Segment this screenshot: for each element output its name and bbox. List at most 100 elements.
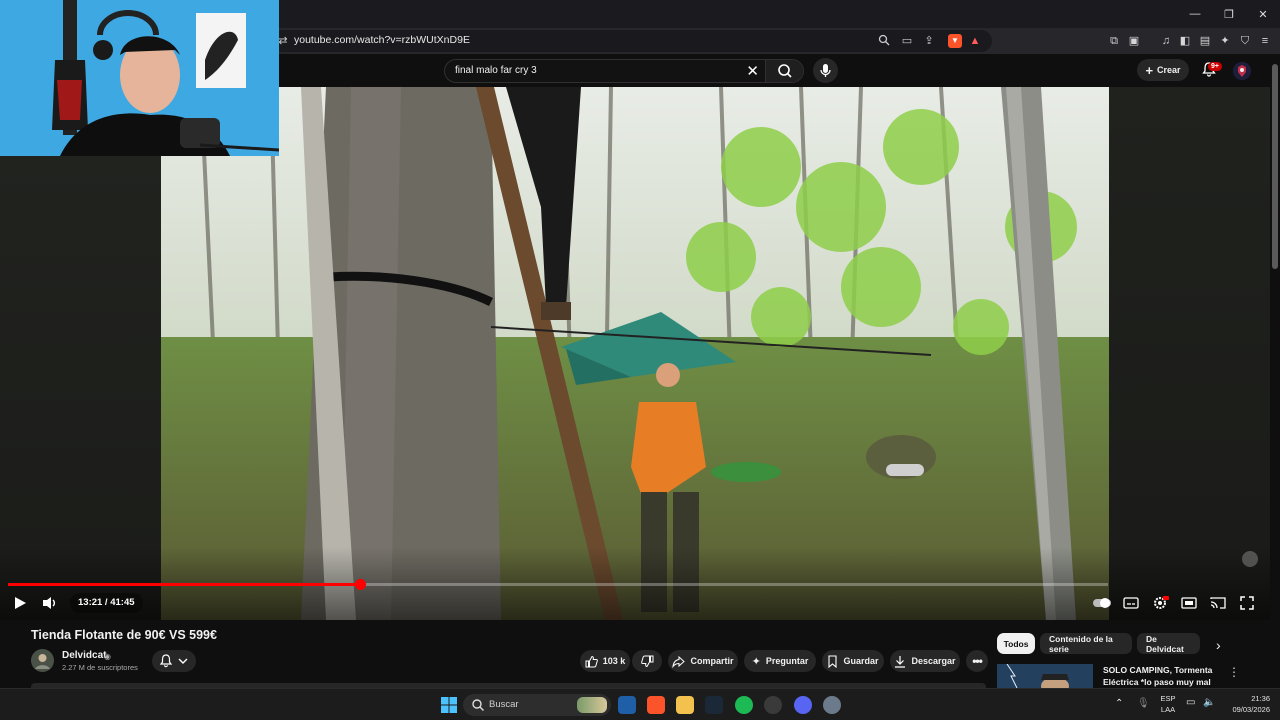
restore-button[interactable]: ❐: [1212, 0, 1246, 28]
chevron-down-icon: [178, 658, 188, 664]
brave-rewards-icon[interactable]: ▲: [968, 34, 982, 48]
subtitles-icon: [1123, 597, 1139, 609]
extensions-icon[interactable]: ⧉: [1107, 34, 1121, 48]
save-button[interactable]: Guardar: [822, 650, 884, 672]
volume-tray-icon[interactable]: 🔈: [1203, 697, 1215, 708]
sidebar-icon[interactable]: ◧: [1178, 34, 1192, 48]
forest-scene-image: [161, 87, 1109, 620]
miniplayer-button[interactable]: [1180, 595, 1198, 611]
account-avatar[interactable]: [1233, 62, 1251, 80]
page-scrollbar[interactable]: [1270, 54, 1280, 688]
network-icon[interactable]: ▭: [1186, 697, 1195, 708]
windows-icon: [441, 697, 457, 713]
voice-search-button[interactable]: [813, 58, 838, 83]
mute-button[interactable]: [41, 595, 59, 611]
ask-button[interactable]: ✦ Preguntar: [744, 650, 816, 672]
play-icon: [15, 597, 26, 609]
search-button[interactable]: [765, 60, 803, 82]
save-label: Guardar: [843, 656, 879, 666]
taskbar-search[interactable]: Buscar: [463, 694, 611, 716]
discord-icon[interactable]: [794, 696, 812, 714]
search-icon: [472, 699, 484, 711]
settings-app-icon[interactable]: [823, 696, 841, 714]
thumbs-up-icon: [585, 655, 598, 667]
input-language-2[interactable]: LAA: [1157, 705, 1179, 714]
miniplayer-icon: [1181, 597, 1197, 609]
video-frame[interactable]: [161, 87, 1109, 620]
chevron-right-icon[interactable]: ›: [1216, 637, 1221, 653]
progress-scrubber[interactable]: [355, 579, 366, 590]
create-button[interactable]: + Crear: [1137, 59, 1189, 81]
video-player[interactable]: 13:21 / 41:45: [0, 87, 1270, 620]
like-button[interactable]: 103 k: [580, 650, 630, 672]
share-page-icon[interactable]: ⇪: [922, 34, 936, 48]
channel-watermark[interactable]: [1240, 549, 1260, 569]
pillarbox-left: [0, 87, 161, 620]
microphone-tray-icon[interactable]: 🎙: [1137, 698, 1150, 709]
share-label: Compartir: [690, 656, 734, 666]
share-icon: [672, 655, 686, 668]
taskbar-clock[interactable]: 21:36: [1222, 694, 1270, 703]
more-vertical-icon[interactable]: ⋮: [1228, 665, 1240, 679]
url-text: youtube.com/watch?v=rzbWUtXnD9E: [294, 34, 470, 46]
cast-page-icon[interactable]: ▭: [900, 34, 914, 48]
taskbar-date[interactable]: 09/03/2026: [1222, 705, 1270, 714]
taskbar-search-placeholder: Buscar: [489, 699, 519, 710]
dislike-button[interactable]: [632, 650, 662, 672]
task-view-app-icon[interactable]: [618, 696, 636, 714]
start-button[interactable]: [440, 696, 458, 714]
fullscreen-icon: [1240, 596, 1254, 610]
thumbs-down-icon: [640, 655, 653, 667]
search-input[interactable]: final malo far cry 3 ✕: [444, 59, 804, 83]
minimize-button[interactable]: —: [1178, 0, 1212, 28]
volume-icon: [43, 597, 55, 609]
vpn-shield-icon[interactable]: ⛉: [1238, 34, 1252, 48]
sparkle-icon: ✦: [751, 655, 761, 668]
subscriber-count: 2.27 M de suscriptores: [62, 663, 138, 672]
input-language-1[interactable]: ESP: [1157, 694, 1179, 703]
close-window-button[interactable]: ✕: [1246, 0, 1280, 28]
share-button[interactable]: Compartir: [668, 650, 738, 672]
notification-badge: 9+: [1208, 62, 1222, 71]
wallet-icon[interactable]: ▣: [1127, 34, 1141, 48]
zoom-icon[interactable]: [877, 34, 891, 48]
streamer-webcam-image: [0, 0, 279, 156]
search-query-text: final malo far cry 3: [455, 65, 537, 76]
tray-overflow-icon[interactable]: ⌃: [1115, 698, 1123, 709]
menu-icon[interactable]: ≡: [1258, 34, 1272, 48]
progress-bar[interactable]: [8, 579, 1108, 590]
channel-name[interactable]: Delvidcat: [62, 650, 106, 661]
taskbar: Buscar ⌃ 🎙 ESP LAA ▭ 🔈 21:36 09/03/2026: [0, 688, 1280, 720]
obs-icon[interactable]: [764, 696, 782, 714]
fullscreen-button[interactable]: [1238, 595, 1256, 611]
brave-browser-icon[interactable]: [647, 696, 665, 714]
autoplay-toggle[interactable]: [1092, 595, 1112, 611]
address-bar[interactable]: ⇄ youtube.com/watch?v=rzbWUtXnD9E ▭ ⇪ ▼ …: [272, 30, 992, 52]
download-button[interactable]: Descargar: [890, 650, 960, 672]
leo-ai-icon[interactable]: ✦: [1218, 34, 1232, 48]
search-icon: [778, 64, 792, 78]
video-title: Tienda Flotante de 90€ VS 599€: [31, 628, 217, 642]
clear-search-icon[interactable]: ✕: [746, 62, 759, 80]
spotify-icon[interactable]: [735, 696, 753, 714]
scrollbar-thumb[interactable]: [1272, 64, 1278, 269]
chip-series-content[interactable]: Contenido de la serie: [1040, 633, 1132, 654]
play-button[interactable]: [11, 595, 29, 611]
chip-from-channel[interactable]: De Delvidcat: [1137, 633, 1200, 654]
cast-button[interactable]: [1209, 595, 1227, 611]
search-highlight-icon: [577, 697, 607, 713]
chip-todos[interactable]: Todos: [997, 633, 1035, 654]
recommendation-thumbnail[interactable]: [997, 664, 1093, 688]
brave-shields-icon[interactable]: ▼: [948, 34, 962, 48]
subscription-bell-button[interactable]: [152, 650, 196, 672]
more-actions-button[interactable]: •••: [966, 650, 988, 672]
create-label: Crear: [1157, 65, 1181, 75]
steam-icon[interactable]: [705, 696, 723, 714]
wallet-card-icon[interactable]: ▤: [1198, 34, 1212, 48]
settings-button[interactable]: [1151, 595, 1169, 611]
channel-avatar[interactable]: [31, 649, 54, 672]
music-icon[interactable]: ♫: [1159, 34, 1173, 48]
progress-played: [8, 583, 360, 586]
subtitles-button[interactable]: [1122, 595, 1140, 611]
file-explorer-icon[interactable]: [676, 696, 694, 714]
